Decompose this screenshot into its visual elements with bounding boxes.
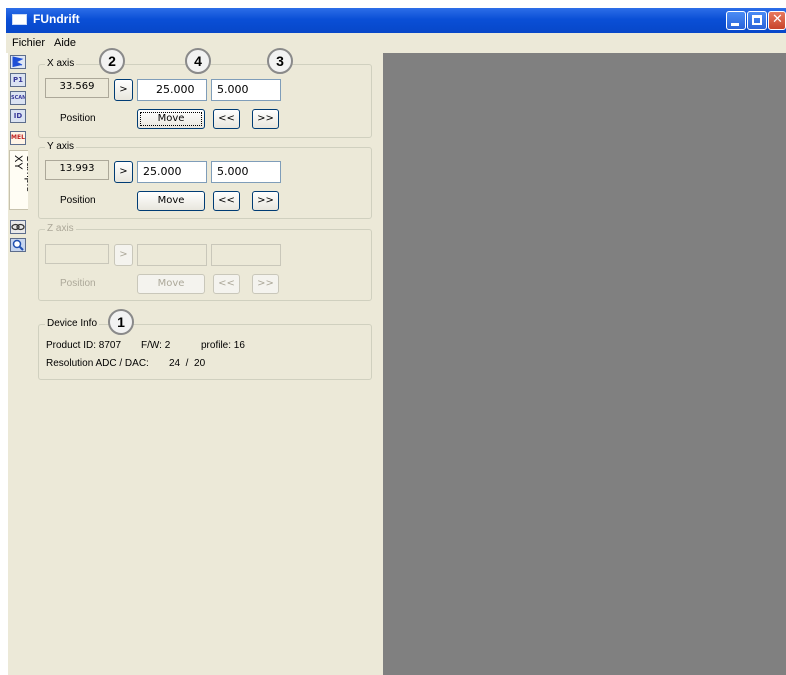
title-bar[interactable]: FUndrift ✕ xyxy=(6,8,786,33)
close-button[interactable]: ✕ xyxy=(768,11,786,30)
z-position-label: Position xyxy=(60,278,96,289)
scan-icon[interactable]: SCAN xyxy=(10,91,26,105)
link-glyph xyxy=(11,223,25,231)
x-position-label: Position xyxy=(60,113,96,124)
search-glyph xyxy=(12,239,24,251)
callout-4: 4 xyxy=(185,48,211,74)
callout-2: 2 xyxy=(99,48,125,74)
y-target-input[interactable]: 25.000 xyxy=(137,161,207,183)
resolution-values: 24 / 20 xyxy=(169,358,206,369)
window-title: FUndrift xyxy=(33,12,80,26)
y-position-label: Position xyxy=(60,195,96,206)
flag-icon[interactable] xyxy=(10,55,26,69)
x-axis-group: X axis xyxy=(38,58,372,138)
device-info-legend: Device Info xyxy=(45,318,100,329)
resolution-label: Resolution ADC / DAC: xyxy=(46,358,149,369)
app-icon xyxy=(12,14,27,25)
y-prev-button[interactable]: << xyxy=(213,191,240,211)
z-readout xyxy=(45,244,109,264)
flag-glyph xyxy=(12,56,24,67)
y-axis-legend: Y axis xyxy=(45,141,77,152)
menu-fichier[interactable]: Fichier xyxy=(12,37,45,49)
y-step-input[interactable]: 5.000 xyxy=(211,161,281,183)
mel-icon[interactable]: MEL xyxy=(10,131,26,145)
x-step-input[interactable]: 5.000 xyxy=(211,79,281,101)
search-icon[interactable] xyxy=(10,238,26,252)
menu-aide[interactable]: Aide xyxy=(54,37,76,49)
minimize-icon xyxy=(731,23,739,26)
x-readout: 33.569 xyxy=(45,78,109,98)
z-target-input[interactable] xyxy=(137,244,207,266)
p1-icon[interactable]: P1 xyxy=(10,73,26,87)
z-next-button[interactable]: >> xyxy=(252,274,279,294)
maximize-button[interactable] xyxy=(747,11,767,30)
x-target-input[interactable]: 25.000 xyxy=(137,79,207,101)
x-next-button[interactable]: >> xyxy=(252,109,279,129)
close-icon: ✕ xyxy=(772,12,783,27)
x-go-button[interactable]: > xyxy=(114,79,133,101)
callout-3: 3 xyxy=(267,48,293,74)
minimize-button[interactable] xyxy=(726,11,746,30)
id-icon[interactable]: ID xyxy=(10,109,26,123)
workspace-area xyxy=(383,53,786,675)
left-toolbar: P1 SCAN ID MEL xyxy=(8,53,29,675)
x-prev-button[interactable]: << xyxy=(213,109,240,129)
z-step-input[interactable] xyxy=(211,244,281,266)
y-readout: 13.993 xyxy=(45,160,109,180)
z-move-button[interactable]: Move xyxy=(137,274,205,294)
y-axis-group: Y axis xyxy=(38,141,372,219)
z-axis-legend: Z axis xyxy=(45,223,76,234)
y-move-button[interactable]: Move xyxy=(137,191,205,211)
y-go-button[interactable]: > xyxy=(114,161,133,183)
maximize-icon xyxy=(752,15,762,25)
callout-1: 1 xyxy=(108,309,134,335)
product-id: Product ID: 8707 xyxy=(46,340,122,351)
z-go-button[interactable]: > xyxy=(114,244,133,266)
x-move-button[interactable]: Move xyxy=(137,109,205,129)
y-next-button[interactable]: >> xyxy=(252,191,279,211)
menu-bar: Fichier Aide xyxy=(6,33,786,53)
z-prev-button[interactable]: << xyxy=(213,274,240,294)
profile-value: profile: 16 xyxy=(201,340,245,351)
x-axis-legend: X axis xyxy=(45,58,77,69)
device-info-group: Device Info xyxy=(38,318,372,380)
firmware-version: F/W: 2 xyxy=(141,340,171,351)
link-icon[interactable] xyxy=(10,220,26,234)
